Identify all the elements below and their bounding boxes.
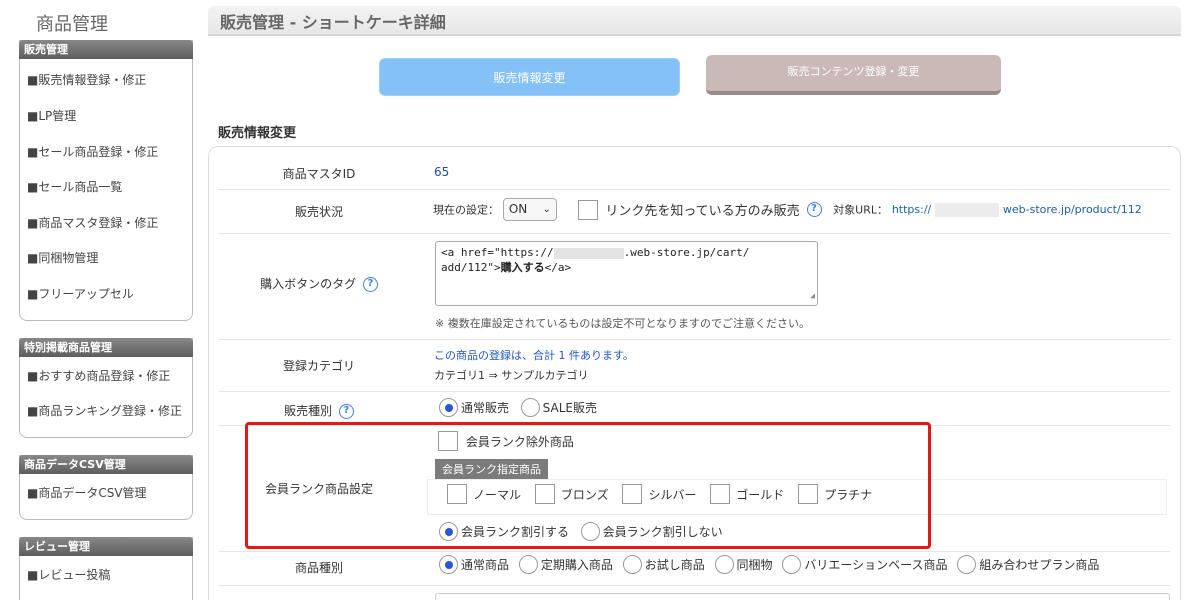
sidebar-item-sale-edit[interactable]: ■セール商品登録・修正 bbox=[27, 143, 158, 160]
row-divider bbox=[219, 585, 1170, 586]
tab-sales-info[interactable]: 販売情報変更 bbox=[379, 58, 680, 96]
product-type-label: 定期購入商品 bbox=[540, 558, 613, 572]
sale-type-radio-sale[interactable] bbox=[520, 398, 540, 417]
product-type-radio-normal[interactable] bbox=[439, 555, 458, 574]
sidebar-title: 商品管理 bbox=[36, 14, 108, 35]
resize-handle-icon[interactable]: ◢ bbox=[810, 288, 815, 303]
product-type-label: 組み合わせプラン商品 bbox=[979, 558, 1100, 572]
sale-type-option-label: SALE販売 bbox=[542, 401, 597, 415]
sale-type-options: 通常販売 SALE販売 bbox=[439, 398, 597, 417]
sidebar-item-lp[interactable]: ■LP管理 bbox=[27, 107, 76, 124]
product-type-radio-bundle[interactable] bbox=[714, 555, 734, 574]
sidebar-item-review-post[interactable]: ■レビュー投稿 bbox=[27, 566, 110, 583]
sidebar-item-bundle[interactable]: ■同梱物管理 bbox=[27, 249, 98, 266]
sidebar-item-ranking[interactable]: ■商品ランキング登録・修正 bbox=[27, 402, 182, 419]
product-type-label: お試し商品 bbox=[644, 558, 705, 572]
tag-label: 購入ボタンのタグ bbox=[260, 277, 357, 291]
next-field-input[interactable] bbox=[435, 593, 1170, 600]
product-type-label: 商品種別 bbox=[294, 561, 343, 575]
sidebar-item-recommend[interactable]: ■おすすめ商品登録・修正 bbox=[27, 367, 170, 384]
product-type-label: バリエーションベース商品 bbox=[804, 558, 948, 572]
section-title: 販売情報変更 bbox=[218, 126, 297, 141]
limited-sale-checkbox[interactable] bbox=[578, 199, 599, 220]
sidebar-item-sales-info[interactable]: ■販売情報登録・修正 bbox=[27, 71, 146, 88]
masked-domain bbox=[935, 202, 1000, 217]
tag-note: ※ 複数在庫設定されているものは設定不可となりますのでご注意ください。 bbox=[435, 317, 811, 330]
member-rank-highlight bbox=[245, 422, 931, 549]
product-type-radio-variation[interactable] bbox=[782, 555, 802, 574]
sidebar-section-heading: 販売管理 bbox=[19, 40, 193, 59]
sidebar-item-sale-list[interactable]: ■セール商品一覧 bbox=[27, 178, 122, 195]
category-label: 登録カテゴリ bbox=[282, 359, 355, 373]
sidebar: 商品管理 販売管理 ■販売情報登録・修正 ■LP管理 ■セール商品登録・修正 ■… bbox=[0, 0, 200, 600]
row-divider bbox=[219, 339, 1170, 340]
sale-type-label: 販売種別 bbox=[284, 404, 333, 418]
tag-textarea[interactable]: <a href="https://.web-store.jp/cart/ add… bbox=[435, 241, 818, 306]
product-type-radio-combination[interactable] bbox=[957, 555, 977, 574]
target-url-prefix: 対象URL： bbox=[833, 203, 888, 217]
product-type-radio-trial[interactable] bbox=[622, 555, 642, 574]
tag-code-start: <a href="https:// bbox=[441, 246, 554, 259]
sidebar-section-featured: 特別掲載商品管理 ■おすすめ商品登録・修正 ■商品ランキング登録・修正 bbox=[19, 338, 193, 438]
sale-type-radio-normal[interactable] bbox=[439, 398, 458, 417]
masked-domain bbox=[553, 247, 624, 259]
sidebar-section-heading: レビュー管理 bbox=[19, 537, 193, 556]
row-divider bbox=[219, 233, 1170, 234]
page-title: 販売管理 - ショートケーキ詳細 bbox=[208, 6, 1181, 36]
sidebar-section-heading: 特別掲載商品管理 bbox=[19, 338, 193, 357]
limited-sale-label: リンク先を知っている方のみ販売 bbox=[605, 204, 800, 219]
status-select-value: ON bbox=[508, 202, 528, 216]
help-icon[interactable]: ? bbox=[338, 404, 354, 419]
sale-type-label-wrap: 販売種別 ? bbox=[209, 402, 429, 419]
target-url-start[interactable]: https:// bbox=[892, 203, 931, 216]
status-select[interactable]: ON ⌄ bbox=[502, 198, 557, 221]
status-label: 販売状況 bbox=[294, 205, 343, 219]
row-divider bbox=[219, 551, 1170, 552]
tag-code-bold: 購入する bbox=[500, 261, 545, 274]
sidebar-section-heading: 商品データCSV管理 bbox=[19, 455, 193, 474]
category-path: カテゴリ1 ⇒ サンプルカテゴリ bbox=[434, 369, 589, 382]
product-type-label: 通常商品 bbox=[461, 558, 510, 572]
status-controls: 現在の設定： ON ⌄ リンク先を知っている方のみ販売 ? 対象URL： htt… bbox=[433, 198, 1142, 221]
sidebar-item-master[interactable]: ■商品マスタ登録・修正 bbox=[27, 214, 158, 231]
chevron-down-icon: ⌄ bbox=[542, 204, 551, 215]
sidebar-item-csv[interactable]: ■商品データCSV管理 bbox=[27, 484, 147, 501]
status-current-prefix: 現在の設定： bbox=[433, 203, 499, 217]
main-content: 販売管理 - ショートケーキ詳細 販売情報変更 販売コンテンツ登録・変更 販売情… bbox=[208, 0, 1200, 600]
master-id-value: 65 bbox=[434, 165, 450, 179]
sale-type-option-label: 通常販売 bbox=[461, 401, 510, 415]
row-divider bbox=[219, 391, 1170, 392]
help-icon[interactable]: ? bbox=[362, 277, 378, 292]
row-divider bbox=[219, 189, 1170, 190]
product-type-options: 通常商品 定期購入商品 お試し商品 同梱物 バリエーションベース商品 組み合わせ… bbox=[439, 555, 1099, 574]
master-id-label: 商品マスタID bbox=[282, 167, 356, 181]
target-url-end[interactable]: web-store.jp/product/112 bbox=[1003, 203, 1142, 216]
tag-label-wrap: 購入ボタンのタグ ? bbox=[209, 275, 429, 292]
sidebar-section-review: レビュー管理 ■レビュー投稿 bbox=[19, 537, 193, 600]
tag-code-end: </a> bbox=[544, 261, 572, 274]
sidebar-section-csv: 商品データCSV管理 ■商品データCSV管理 bbox=[19, 455, 193, 520]
product-type-label: 同梱物 bbox=[736, 558, 773, 572]
help-icon[interactable]: ? bbox=[806, 202, 822, 217]
tab-sales-content[interactable]: 販売コンテンツ登録・変更 bbox=[706, 55, 1001, 95]
sidebar-section-sales: 販売管理 ■販売情報登録・修正 ■LP管理 ■セール商品登録・修正 ■セール商品… bbox=[19, 40, 193, 321]
sidebar-item-upsell[interactable]: ■フリーアップセル bbox=[27, 285, 134, 302]
category-count-note: この商品の登録は、合計 1 件あります。 bbox=[434, 349, 634, 362]
product-type-radio-subscription[interactable] bbox=[518, 555, 538, 574]
